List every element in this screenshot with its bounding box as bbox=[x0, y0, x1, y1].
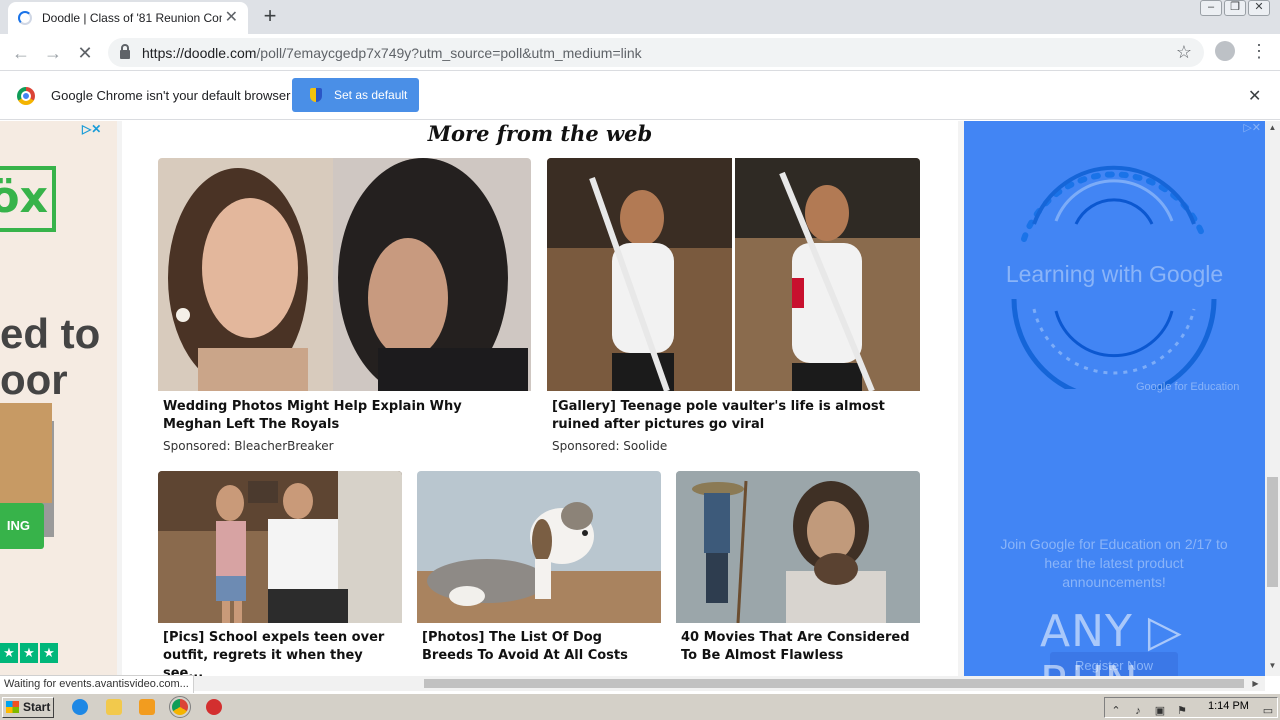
card-title[interactable]: 40 Movies That Are Considered To Be Almo… bbox=[681, 629, 916, 665]
minimize-button[interactable]: – bbox=[1200, 0, 1222, 16]
loading-spinner-icon bbox=[18, 11, 32, 25]
star-icon: ★ bbox=[0, 643, 18, 663]
left-ad-headline: ed to oor bbox=[0, 310, 101, 403]
right-ad-brand: Google for Education bbox=[1136, 381, 1240, 393]
card-sponsor: Sponsored: BleacherBreaker bbox=[163, 439, 334, 453]
left-ad[interactable]: ▷✕ öx ed to oor ING ★ ★ ★ bbox=[0, 121, 117, 676]
url-text: https://doodle.com/poll/7emaycgedp7x749y… bbox=[142, 45, 642, 61]
rating-stars: ★ ★ ★ bbox=[0, 643, 58, 663]
forward-arrow-icon[interactable]: → bbox=[40, 40, 66, 66]
adchoices-icon[interactable]: ▷✕ bbox=[1243, 121, 1261, 134]
start-label: Start bbox=[23, 700, 51, 714]
tab-bar: Doodle | Class of '81 Reunion Comm ✕ + –… bbox=[0, 0, 1280, 34]
card-title[interactable]: [Photos] The List Of Dog Breeds To Avoid… bbox=[422, 629, 657, 665]
card-flawless-movies[interactable]: 40 Movies That Are Considered To Be Almo… bbox=[676, 471, 920, 676]
right-ad-body: Join Google for Education on 2/17 to hea… bbox=[1000, 536, 1228, 590]
window-controls: – ❐ ✕ bbox=[1200, 0, 1270, 16]
school-photo-image bbox=[158, 471, 402, 623]
speaker-icon[interactable]: ♪ bbox=[1131, 704, 1145, 718]
card-sponsor: Sponsored: Soolide bbox=[552, 439, 668, 453]
card-image[interactable] bbox=[676, 471, 920, 623]
infobar-message: Google Chrome isn't your default browser bbox=[51, 88, 291, 103]
back-arrow-icon[interactable]: ← bbox=[8, 40, 34, 66]
set-as-default-label: Set as default bbox=[334, 88, 408, 102]
shield-icon bbox=[310, 88, 322, 102]
star-icon: ★ bbox=[20, 643, 38, 663]
menu-kebab-icon[interactable]: ⋮ bbox=[1250, 40, 1268, 62]
right-ad-title: Learning with Google bbox=[1005, 261, 1224, 287]
start-button[interactable]: Start bbox=[2, 697, 54, 718]
lock-icon bbox=[120, 44, 130, 59]
flag-icon[interactable]: ⚑ bbox=[1175, 704, 1189, 718]
media-player-icon[interactable] bbox=[139, 699, 155, 715]
restore-button[interactable]: ❐ bbox=[1224, 0, 1246, 16]
vertical-scroll-thumb[interactable] bbox=[1267, 477, 1278, 587]
content-column: More from the web Wedding Photos Might H… bbox=[122, 121, 958, 676]
right-ad[interactable]: ▷✕ Learning with Google Google for Educa… bbox=[964, 121, 1265, 676]
profile-avatar-icon[interactable] bbox=[1215, 41, 1235, 61]
folder-icon[interactable] bbox=[106, 699, 122, 715]
taskbar: Start ⌃ ♪ ▣ ⚑ ▭ bbox=[0, 693, 1280, 720]
tray-expand-icon[interactable]: ⌃ bbox=[1109, 704, 1123, 718]
left-ad-button[interactable]: ING bbox=[0, 503, 44, 549]
horizontal-scroll-thumb[interactable] bbox=[424, 679, 1244, 688]
set-as-default-button[interactable]: Set as default bbox=[292, 78, 419, 112]
pole-vaulter-image bbox=[547, 158, 920, 391]
wedding-photo-image bbox=[158, 158, 531, 391]
show-desktop-icon[interactable]: ▭ bbox=[1261, 704, 1275, 718]
tab-close-icon[interactable]: ✕ bbox=[225, 10, 238, 26]
card-image[interactable] bbox=[158, 158, 531, 391]
card-image[interactable] bbox=[158, 471, 402, 623]
toolbar: ← → ✕ https://doodle.com/poll/7emaycgedp… bbox=[0, 34, 1280, 71]
url-path: /poll/7emaycgedp7x749y?utm_source=poll&u… bbox=[256, 44, 642, 61]
card-title[interactable]: [Gallery] Teenage pole vaulter's life is… bbox=[552, 398, 912, 434]
vertical-scrollbar[interactable]: ▲ ▼ bbox=[1265, 121, 1280, 676]
card-school-expels[interactable]: [Pics] School expels teen over outfit, r… bbox=[158, 471, 402, 676]
tab-doodle[interactable]: Doodle | Class of '81 Reunion Comm ✕ bbox=[8, 2, 248, 34]
card-image[interactable] bbox=[547, 158, 920, 391]
puppy-photo-image bbox=[417, 471, 661, 623]
url-host: https://doodle.com bbox=[142, 44, 257, 61]
movie-still-image bbox=[676, 471, 920, 623]
adchoices-icon[interactable]: ▷✕ bbox=[82, 122, 101, 136]
status-bar: Waiting for events.avantisvideo.com... bbox=[0, 675, 194, 693]
scroll-right-arrow-icon[interactable]: ▶ bbox=[1248, 676, 1263, 691]
left-ad-logo: öx bbox=[0, 166, 56, 232]
new-tab-button[interactable]: + bbox=[258, 4, 282, 28]
tab-title: Doodle | Class of '81 Reunion Comm bbox=[42, 11, 222, 25]
internet-explorer-icon[interactable] bbox=[72, 699, 88, 715]
left-ad-box-image bbox=[0, 403, 52, 503]
page-viewport: ▷✕ öx ed to oor ING ★ ★ ★ More from the … bbox=[0, 121, 1265, 676]
infobar-close-icon[interactable]: ✕ bbox=[1248, 86, 1261, 106]
network-icon[interactable]: ▣ bbox=[1153, 704, 1167, 718]
chrome-taskbar-icon[interactable] bbox=[169, 696, 191, 718]
card-title[interactable]: [Pics] School expels teen over outfit, r… bbox=[163, 629, 398, 676]
bookmark-star-icon[interactable]: ☆ bbox=[1176, 42, 1192, 63]
card-pole-vaulter[interactable]: [Gallery] Teenage pole vaulter's life is… bbox=[547, 158, 920, 458]
card-title[interactable]: Wedding Photos Might Help Explain Why Me… bbox=[163, 398, 523, 434]
card-wedding-photos[interactable]: Wedding Photos Might Help Explain Why Me… bbox=[158, 158, 531, 458]
clock[interactable]: 1:14 PM bbox=[1208, 700, 1249, 712]
stop-loading-icon[interactable]: ✕ bbox=[72, 40, 98, 66]
close-window-button[interactable]: ✕ bbox=[1248, 0, 1270, 16]
windows-logo-icon bbox=[6, 701, 19, 713]
card-image[interactable] bbox=[417, 471, 661, 623]
system-tray: ⌃ ♪ ▣ ⚑ ▭ bbox=[1104, 697, 1278, 718]
card-dog-breeds[interactable]: [Photos] The List Of Dog Breeds To Avoid… bbox=[417, 471, 661, 676]
address-bar[interactable]: https://doodle.com/poll/7emaycgedp7x749y… bbox=[108, 38, 1204, 67]
chrome-logo-icon bbox=[17, 87, 35, 105]
opera-icon[interactable] bbox=[206, 699, 222, 715]
scroll-down-arrow-icon[interactable]: ▼ bbox=[1265, 661, 1280, 670]
scroll-up-arrow-icon[interactable]: ▲ bbox=[1265, 123, 1280, 132]
section-title: More from the web bbox=[427, 121, 653, 146]
star-icon: ★ bbox=[40, 643, 58, 663]
